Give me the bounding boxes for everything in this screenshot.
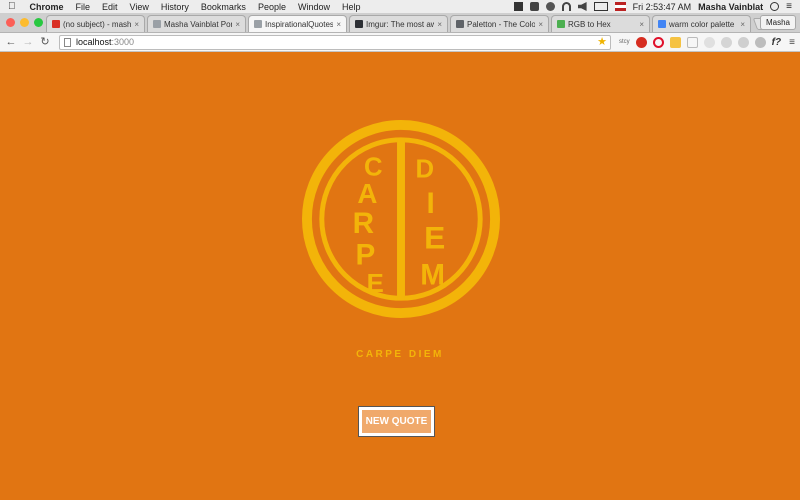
page-content: C A R P E D I E M CARPE DIEM NEW QUOTE bbox=[0, 53, 800, 500]
tab-6[interactable]: warm color palette - Go× bbox=[652, 15, 751, 32]
battery-icon[interactable] bbox=[593, 2, 608, 11]
adobe-icon[interactable] bbox=[513, 2, 523, 11]
menu-view[interactable]: View bbox=[130, 2, 149, 12]
window-controls bbox=[6, 18, 43, 27]
tab-close-icon[interactable]: × bbox=[235, 20, 240, 29]
menu-window[interactable]: Window bbox=[298, 2, 330, 12]
tab-favicon-icon bbox=[658, 20, 666, 28]
extensions-area: stcy f? ≡ bbox=[619, 36, 795, 48]
clock[interactable]: Fri 2:53:47 AM bbox=[633, 2, 692, 12]
browser-toolbar: ← → ↻ localhost:3000 ★ stcy f? ≡ bbox=[0, 33, 800, 52]
minimize-window-icon[interactable] bbox=[20, 18, 29, 27]
emblem-letter-a: A bbox=[357, 178, 377, 209]
adblock-icon[interactable] bbox=[635, 36, 647, 48]
menu-app-name[interactable]: Chrome bbox=[30, 2, 64, 12]
wifi-icon[interactable] bbox=[561, 2, 571, 11]
emblem-letter-i: I bbox=[427, 187, 435, 220]
url-host: localhost bbox=[76, 37, 112, 47]
tab-favicon-icon bbox=[456, 20, 464, 28]
extension-yellow-icon[interactable] bbox=[669, 36, 681, 48]
dropbox-icon[interactable] bbox=[529, 2, 539, 11]
new-quote-button[interactable]: NEW QUOTE bbox=[358, 406, 435, 437]
extension-gray-icon-4[interactable] bbox=[754, 36, 766, 48]
bookmark-star-icon[interactable]: ★ bbox=[597, 36, 607, 49]
extension-gray-icon-3[interactable] bbox=[737, 36, 749, 48]
tab-favicon-icon bbox=[254, 20, 262, 28]
quote-text: CARPE DIEM bbox=[356, 349, 444, 360]
menu-edit[interactable]: Edit bbox=[102, 2, 118, 12]
close-window-icon[interactable] bbox=[6, 18, 15, 27]
tab-5[interactable]: RGB to Hex × bbox=[551, 15, 650, 32]
tab-1[interactable]: Masha Vainblat Portfolio× bbox=[147, 15, 246, 32]
tab-close-icon[interactable]: × bbox=[134, 20, 139, 29]
system-menu-bar:  Chrome File Edit View History Bookmark… bbox=[0, 0, 800, 13]
reload-button[interactable]: ↻ bbox=[38, 35, 52, 49]
tab-close-icon[interactable]: × bbox=[740, 20, 745, 29]
tab-3[interactable]: Imgur: The most aweso× bbox=[349, 15, 448, 32]
spotlight-search-icon[interactable] bbox=[770, 2, 780, 11]
forward-button[interactable]: → bbox=[21, 35, 35, 49]
tab-title: Paletton - The Color Sc bbox=[467, 19, 535, 29]
extension-gray-icon-1[interactable] bbox=[703, 36, 715, 48]
tab-title: RGB to Hex bbox=[568, 19, 611, 29]
font-extension-icon[interactable]: f? bbox=[772, 37, 781, 48]
menu-people[interactable]: People bbox=[258, 2, 286, 12]
emblem-letter-e-right: E bbox=[424, 220, 445, 256]
tab-close-icon[interactable]: × bbox=[538, 20, 543, 29]
user-name[interactable]: Masha Vainblat bbox=[698, 2, 763, 12]
tab-title: Imgur: The most aweso bbox=[366, 19, 434, 29]
volume-icon[interactable] bbox=[577, 2, 587, 11]
menu-file[interactable]: File bbox=[76, 2, 91, 12]
page-icon bbox=[64, 37, 71, 47]
tab-close-icon[interactable]: × bbox=[437, 20, 442, 29]
emblem-divider bbox=[397, 137, 405, 301]
notification-center-icon[interactable]: ≡ bbox=[786, 1, 792, 12]
profile-button[interactable]: Masha bbox=[759, 15, 796, 30]
tab-title: warm color palette - Go bbox=[669, 19, 737, 29]
emblem-letter-p: P bbox=[355, 239, 375, 272]
menu-history[interactable]: History bbox=[161, 2, 189, 12]
tab-favicon-icon bbox=[557, 20, 565, 28]
tab-close-icon[interactable]: × bbox=[639, 20, 644, 29]
menu-help[interactable]: Help bbox=[342, 2, 361, 12]
tab-0[interactable]: (no subject) - mashava× bbox=[46, 15, 145, 32]
skype-icon[interactable] bbox=[545, 2, 555, 11]
tab-favicon-icon bbox=[153, 20, 161, 28]
tab-4[interactable]: Paletton - The Color Sc× bbox=[450, 15, 549, 32]
chrome-menu-icon[interactable]: ≡ bbox=[789, 37, 795, 48]
menu-bookmarks[interactable]: Bookmarks bbox=[201, 2, 246, 12]
emblem-letter-m: M bbox=[420, 258, 445, 291]
emblem-letter-e-left: E bbox=[367, 270, 384, 298]
address-bar[interactable]: localhost:3000 ★ bbox=[59, 34, 611, 50]
apple-menu-icon[interactable]:  bbox=[8, 1, 16, 12]
tab-close-icon[interactable]: × bbox=[336, 20, 341, 29]
extension-gray-icon-2[interactable] bbox=[720, 36, 732, 48]
emblem-letter-d: D bbox=[415, 155, 434, 183]
zoom-window-icon[interactable] bbox=[34, 18, 43, 27]
flag-icon[interactable] bbox=[614, 2, 626, 11]
tab-favicon-icon bbox=[52, 20, 60, 28]
stcy-extension[interactable]: stcy bbox=[619, 39, 630, 45]
emblem-letter-r: R bbox=[353, 207, 374, 240]
tab-title: InspirationalQuotes bbox=[265, 19, 334, 29]
tab-strip: (no subject) - mashava×Masha Vainblat Po… bbox=[0, 13, 800, 33]
tab-favicon-icon bbox=[355, 20, 363, 28]
url-port: :3000 bbox=[111, 37, 135, 47]
opera-icon[interactable] bbox=[652, 36, 664, 48]
tabs-container: (no subject) - mashava×Masha Vainblat Po… bbox=[46, 15, 753, 32]
status-area: Fri 2:53:47 AM Masha Vainblat ≡ bbox=[513, 1, 800, 12]
tab-title: (no subject) - mashava bbox=[63, 19, 132, 29]
tab-2[interactable]: InspirationalQuotes × bbox=[248, 15, 347, 32]
tab-title: Masha Vainblat Portfolio bbox=[164, 19, 232, 29]
back-button[interactable]: ← bbox=[4, 35, 18, 49]
extension-outline-icon[interactable] bbox=[686, 36, 698, 48]
carpe-diem-emblem: C A R P E D I E M bbox=[302, 120, 500, 318]
